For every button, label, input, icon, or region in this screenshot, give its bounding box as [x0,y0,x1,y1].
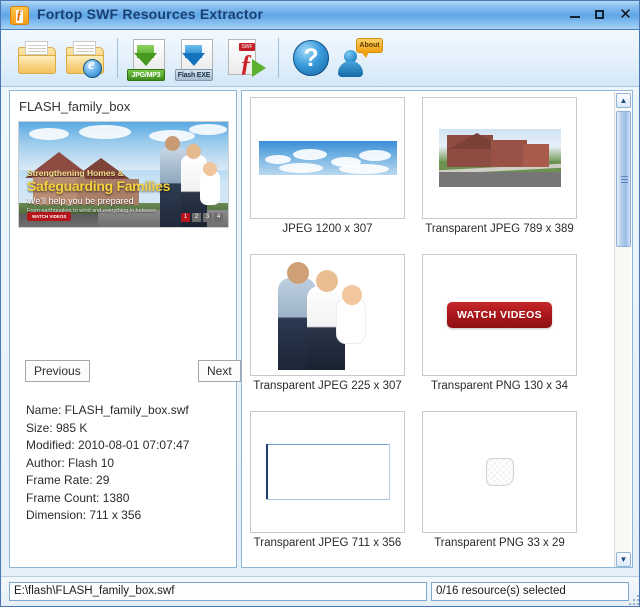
preview-subheading: We'll help you be prepared [27,196,134,206]
status-bar: E:\flash\FLASH_family_box.swf 0/16 resou… [1,576,640,606]
title-bar: Fortop SWF Resources Extractor ✕ [1,1,640,30]
help-button[interactable] [287,33,335,83]
chevron-down-icon[interactable]: ▼ [616,552,631,567]
preview-pager-dot: 4 [214,213,223,222]
main-content: FLASH_family_box Strengthening Homes & S… [1,87,640,576]
folder-icon [18,47,56,74]
file-info-panel: FLASH_family_box Strengthening Homes & S… [9,90,237,568]
sky-image [259,141,397,175]
resource-caption: Transparent JPEG 225 x 307 [250,380,405,392]
play-swf-button[interactable]: SWF ƒ [222,33,270,83]
next-button[interactable]: Next [198,360,241,382]
vertical-scrollbar[interactable]: ▲ ▼ [614,92,631,568]
rectangle-outline-image [266,444,390,500]
resource-item[interactable]: Transparent JPEG 789 x 389 [422,97,577,235]
toolbar-separator-1 [117,38,118,78]
open-file-button[interactable] [13,33,61,83]
resource-grid-panel: JPEG 1200 x 307 Transparent JPEG 789 x 3… [241,90,633,568]
close-icon[interactable]: ✕ [618,7,633,22]
resize-grip[interactable] [627,593,639,605]
window-controls: ✕ [568,7,633,22]
resource-thumbnail[interactable] [422,411,577,533]
watch-videos-button-image: WATCH VIDEOS [447,302,552,328]
family-image [274,260,382,370]
resource-item[interactable]: JPEG 1200 x 307 [250,97,405,235]
resource-thumbnail[interactable] [250,254,405,376]
maximize-icon[interactable] [593,7,608,22]
resource-item[interactable]: Transparent PNG 33 x 29 [422,411,577,549]
window-title: Fortop SWF Resources Extractor [37,6,263,22]
app-window: Fortop SWF Resources Extractor ✕ [0,0,640,607]
scrollbar-grip [621,176,628,177]
resource-caption: Transparent JPEG 711 x 356 [250,537,405,549]
preview-pager-dot: 3 [203,213,212,222]
resource-item[interactable]: Transparent JPEG 711 x 356 [250,411,405,549]
minimize-icon[interactable] [568,7,583,22]
resource-caption: JPEG 1200 x 307 [250,223,405,235]
extract-flash-exe-button[interactable]: Flash EXE [174,33,222,83]
toolbar: JPG/MP3 Flash EXE SWF ƒ [1,30,640,87]
resource-caption: Transparent JPEG 789 x 389 [422,223,577,235]
extract-jpg-mp3-button[interactable]: JPG/MP3 [126,33,174,83]
street-image [439,129,561,187]
person-body-icon [338,61,363,77]
resource-item[interactable]: Transparent JPEG 225 x 307 [250,254,405,392]
swf-document-icon [10,6,29,25]
preview-pager-dot: 2 [192,213,201,222]
info-name: Name: FLASH_family_box.swf [26,402,189,420]
swf-preview[interactable]: Strengthening Homes & Safeguarding Famil… [18,121,229,228]
play-triangle-icon [252,59,266,77]
preview-heading-large: Safeguarding Families [27,178,170,194]
resource-thumbnail[interactable]: WATCH VIDEOS [422,254,577,376]
swf-tag-label: SWF [239,43,255,51]
scrollbar-thumb[interactable] [616,111,631,247]
info-dimension: Dimension: 711 x 356 [26,507,189,525]
file-path-field[interactable]: E:\flash\FLASH_family_box.swf [9,582,427,601]
rounded-shape-image [486,458,514,486]
preview-pager: 1 2 3 4 [181,213,223,222]
jpg-mp3-label: JPG/MP3 [127,69,165,81]
resource-grid: JPEG 1200 x 307 Transparent JPEG 789 x 3… [242,91,614,567]
preview-pager-dot: 1 [181,213,190,222]
info-frame-rate: Frame Rate: 29 [26,472,189,490]
file-info-list: Name: FLASH_family_box.swf Size: 985 K M… [26,402,189,525]
chevron-up-icon[interactable]: ▲ [616,93,631,108]
info-frame-count: Frame Count: 1380 [26,490,189,508]
resource-item[interactable]: WATCH VIDEOS Transparent PNG 130 x 34 [422,254,577,392]
resource-thumbnail[interactable] [250,97,405,219]
about-button[interactable]: About [335,33,383,83]
open-url-button[interactable] [61,33,109,83]
question-mark-icon [293,40,329,76]
resource-caption: Transparent PNG 130 x 34 [422,380,577,392]
resource-caption: Transparent PNG 33 x 29 [422,537,577,549]
previous-button[interactable]: Previous [25,360,90,382]
preview-cta-button: WATCH VIDEOS [27,212,71,221]
preview-heading-small: Strengthening Homes & [27,168,124,178]
resource-thumbnail[interactable] [250,411,405,533]
about-bubble-label: About [356,38,383,53]
selection-count-field[interactable]: 0/16 resource(s) selected [431,582,629,601]
toolbar-separator-2 [278,38,279,78]
info-size: Size: 985 K [26,420,189,438]
resource-thumbnail[interactable] [422,97,577,219]
flash-exe-label: Flash EXE [175,69,213,81]
file-title: FLASH_family_box [19,99,130,114]
info-modified: Modified: 2010-08-01 07:07:47 [26,437,189,455]
internet-explorer-icon [83,59,102,78]
info-author: Author: Flash 10 [26,455,189,473]
